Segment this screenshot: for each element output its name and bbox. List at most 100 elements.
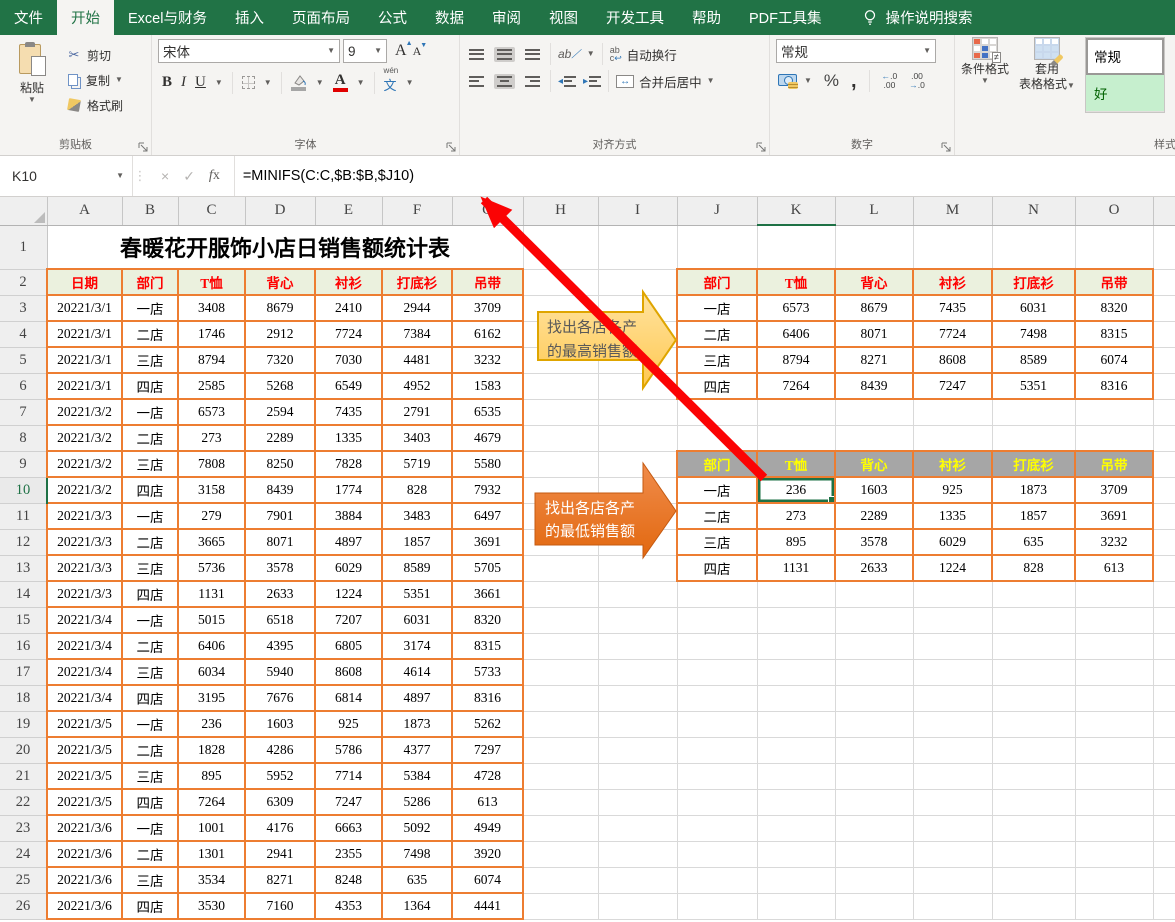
grid-cell[interactable]: 三店 — [677, 347, 757, 373]
grid-cell[interactable]: 6663 — [315, 815, 382, 841]
grid-cell[interactable] — [1153, 225, 1175, 269]
column-header-O[interactable]: O — [1075, 197, 1153, 225]
chevron-down-icon[interactable]: ▼ — [316, 79, 324, 87]
grid-cell[interactable]: 5351 — [992, 373, 1075, 399]
grid-cell[interactable] — [992, 763, 1075, 789]
tab-view[interactable]: 视图 — [535, 0, 592, 35]
grid-cell[interactable]: 7264 — [757, 373, 835, 399]
grid-cell[interactable] — [1153, 503, 1175, 529]
grid-cell[interactable] — [1153, 347, 1175, 373]
grid-cell[interactable]: 236 — [178, 711, 245, 737]
grid-cell[interactable]: 6814 — [315, 685, 382, 711]
grid-cell[interactable] — [1153, 867, 1175, 893]
paste-button[interactable]: 粘贴 ▼ — [6, 39, 58, 104]
column-header-G[interactable]: G — [452, 197, 523, 225]
grid-cell[interactable]: 8608 — [913, 347, 992, 373]
grid-cell[interactable]: 273 — [757, 503, 835, 529]
grid-cell[interactable] — [835, 425, 913, 451]
grid-cell[interactable]: 2912 — [245, 321, 315, 347]
grid-cell[interactable] — [677, 581, 757, 607]
grid-cell[interactable] — [835, 685, 913, 711]
grid-cell[interactable] — [677, 685, 757, 711]
grid-cell[interactable] — [1153, 659, 1175, 685]
grid-cell[interactable] — [598, 841, 677, 867]
grid-cell[interactable] — [913, 815, 992, 841]
grid-cell[interactable]: T恤 — [757, 269, 835, 295]
grid-cell[interactable] — [598, 503, 677, 529]
grid-cell[interactable]: 828 — [992, 555, 1075, 581]
grid-cell[interactable]: 7901 — [245, 503, 315, 529]
grid-cell[interactable]: 7207 — [315, 607, 382, 633]
grid-cell[interactable] — [677, 763, 757, 789]
grid-cell[interactable] — [835, 225, 913, 269]
grid-cell[interactable] — [757, 633, 835, 659]
grid-cell[interactable] — [835, 815, 913, 841]
grid-cell[interactable] — [523, 477, 598, 503]
grid-cell[interactable]: 二店 — [122, 737, 178, 763]
percent-format-icon[interactable]: % — [824, 71, 839, 91]
grid-cell[interactable] — [835, 399, 913, 425]
grid-cell[interactable] — [677, 737, 757, 763]
grid-cell[interactable] — [835, 867, 913, 893]
grid-cell[interactable]: 7247 — [913, 373, 992, 399]
grid-cell[interactable] — [523, 295, 598, 321]
grid-cell[interactable]: 1131 — [757, 555, 835, 581]
grid-cell[interactable] — [677, 789, 757, 815]
grid-cell[interactable] — [1153, 399, 1175, 425]
formula-input[interactable]: =MINIFS(C:C,$B:$B,$J10) — [235, 156, 1175, 196]
grid-cell[interactable] — [757, 399, 835, 425]
grid-cell[interactable]: 2355 — [315, 841, 382, 867]
grid-cell[interactable] — [523, 347, 598, 373]
tab-insert[interactable]: 插入 — [221, 0, 278, 35]
grid-cell[interactable] — [677, 225, 757, 269]
dialog-launcher-icon[interactable] — [941, 142, 951, 152]
grid-cell[interactable]: 三店 — [122, 451, 178, 477]
grid-cell[interactable]: 四店 — [122, 477, 178, 503]
tab-page-layout[interactable]: 页面布局 — [278, 0, 364, 35]
grid-cell[interactable]: 7435 — [315, 399, 382, 425]
grid-cell[interactable]: 5092 — [382, 815, 452, 841]
grid-cell[interactable] — [598, 225, 677, 269]
grid-cell[interactable]: 5286 — [382, 789, 452, 815]
grid-cell[interactable] — [677, 633, 757, 659]
grid-cell[interactable]: 7435 — [913, 295, 992, 321]
grid-cell[interactable] — [1153, 477, 1175, 503]
grid-cell[interactable]: 6406 — [178, 633, 245, 659]
grid-cell[interactable]: 8316 — [452, 685, 523, 711]
grid-cell[interactable] — [1153, 763, 1175, 789]
row-header-9[interactable]: 9 — [0, 451, 47, 477]
grid-cell[interactable] — [992, 581, 1075, 607]
align-right-icon[interactable] — [522, 74, 543, 89]
grid-cell[interactable] — [1075, 607, 1153, 633]
grid-cell[interactable] — [992, 659, 1075, 685]
grid-cell[interactable]: 部门 — [677, 269, 757, 295]
grid-cell[interactable] — [757, 763, 835, 789]
row-header-7[interactable]: 7 — [0, 399, 47, 425]
grid-cell[interactable]: T恤 — [757, 451, 835, 477]
grid-cell[interactable] — [913, 711, 992, 737]
grid-cell[interactable]: 背心 — [835, 451, 913, 477]
grid-cell[interactable] — [677, 659, 757, 685]
grid-cell[interactable] — [1075, 763, 1153, 789]
grid-cell[interactable]: 四店 — [122, 685, 178, 711]
grid-cell[interactable] — [1075, 633, 1153, 659]
cell-style-good[interactable]: 好 — [1086, 75, 1164, 112]
grid-cell[interactable]: 8589 — [992, 347, 1075, 373]
row-header-26[interactable]: 26 — [0, 893, 47, 919]
grid-cell[interactable] — [1153, 815, 1175, 841]
grid-cell[interactable] — [523, 867, 598, 893]
row-header-14[interactable]: 14 — [0, 581, 47, 607]
bold-button[interactable]: B — [162, 74, 172, 91]
grid-cell[interactable]: 一店 — [122, 295, 178, 321]
grid-cell[interactable] — [598, 685, 677, 711]
grid-cell[interactable]: 4897 — [315, 529, 382, 555]
grid-cell[interactable] — [598, 555, 677, 581]
grid-cell[interactable] — [1153, 555, 1175, 581]
grid-cell[interactable]: 1746 — [178, 321, 245, 347]
grid-cell[interactable]: 6162 — [452, 321, 523, 347]
grid-cell[interactable]: 1335 — [315, 425, 382, 451]
grid-cell[interactable]: 四店 — [122, 789, 178, 815]
grid-cell[interactable]: 一店 — [122, 711, 178, 737]
grid-cell[interactable] — [835, 789, 913, 815]
grid-cell[interactable] — [1153, 789, 1175, 815]
